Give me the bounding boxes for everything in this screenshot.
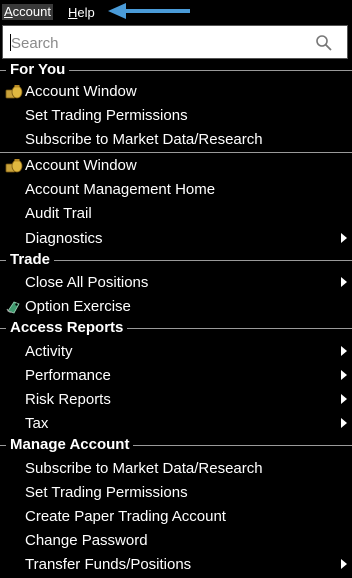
menu-item-label: Change Password — [25, 532, 148, 549]
menu-item-activity[interactable]: Activity — [0, 339, 352, 363]
submenu-arrow-icon — [341, 233, 347, 243]
menu-item-subscribe-market-data[interactable]: Subscribe to Market Data/Research — [0, 127, 352, 151]
section-trade: Trade — [0, 251, 352, 269]
menu-item-label: Activity — [25, 343, 73, 360]
menu-item-set-trading-permissions[interactable]: Set Trading Permissions — [0, 480, 352, 504]
section-title: Trade — [6, 251, 55, 269]
menu-item-label: Performance — [25, 367, 111, 384]
menu-item-label: Set Trading Permissions — [25, 107, 188, 124]
menu-item-risk-reports[interactable]: Risk Reports — [0, 387, 352, 411]
menu-item-label: Subscribe to Market Data/Research — [25, 460, 263, 477]
arrow-annotation-icon — [108, 3, 190, 19]
submenu-arrow-icon — [341, 277, 347, 287]
menu-bar: Account Help — [0, 0, 352, 23]
menu-item-label: Risk Reports — [25, 391, 111, 408]
menu-item-label: Account Management Home — [25, 181, 216, 198]
section-title: Access Reports — [6, 319, 128, 337]
menu-item-label: Transfer Funds/Positions — [25, 556, 192, 573]
section-manage-account: Manage Account — [0, 436, 352, 454]
section-title: Manage Account — [6, 436, 134, 454]
search-box — [2, 25, 348, 59]
menu-item-account-window[interactable]: Account Window — [0, 153, 352, 177]
menu-help[interactable]: Help — [68, 5, 95, 20]
menu-item-set-trading-permissions[interactable]: Set Trading Permissions — [0, 103, 352, 127]
menu-account[interactable]: Account — [2, 4, 53, 20]
money-bag-icon — [5, 85, 23, 99]
submenu-arrow-icon — [341, 418, 347, 428]
menu-item-label: Diagnostics — [25, 230, 103, 247]
menu-item-option-exercise[interactable]: Option Exercise — [0, 294, 352, 318]
money-bag-icon — [5, 159, 23, 173]
search-icon[interactable] — [315, 34, 333, 52]
menu-item-account-management-home[interactable]: Account Management Home — [0, 177, 352, 201]
menu-item-label: Close All Positions — [25, 274, 149, 291]
tag-icon — [6, 301, 20, 314]
menu-item-close-all-positions[interactable]: Close All Positions — [0, 270, 352, 294]
section-access-reports: Access Reports — [0, 319, 352, 337]
menu-item-label: Create Paper Trading Account — [25, 508, 226, 525]
menu-item-transfer-funds-positions[interactable]: Transfer Funds/Positions — [0, 552, 352, 576]
menu-item-performance[interactable]: Performance — [0, 363, 352, 387]
menu-item-account-window[interactable]: Account Window — [0, 79, 352, 103]
menu-item-diagnostics[interactable]: Diagnostics — [0, 226, 352, 250]
menu-item-label: Set Trading Permissions — [25, 484, 188, 501]
menu-item-label: Subscribe to Market Data/Research — [25, 131, 263, 148]
menu-item-subscribe-market-data[interactable]: Subscribe to Market Data/Research — [0, 456, 352, 480]
menu-item-label: Account Window — [25, 83, 137, 100]
submenu-arrow-icon — [341, 370, 347, 380]
section-for-you: For You — [0, 61, 352, 79]
menu-item-create-paper-trading-account[interactable]: Create Paper Trading Account — [0, 504, 352, 528]
menu-item-audit-trail[interactable]: Audit Trail — [0, 201, 352, 225]
submenu-arrow-icon — [341, 559, 347, 569]
menu-item-tax[interactable]: Tax — [0, 411, 352, 435]
menu-item-label: Account Window — [25, 157, 137, 174]
menu-item-label: Option Exercise — [25, 298, 131, 315]
submenu-arrow-icon — [341, 346, 347, 356]
search-input[interactable] — [9, 31, 313, 55]
menu-item-change-password[interactable]: Change Password — [0, 528, 352, 552]
menu-item-label: Audit Trail — [25, 205, 92, 222]
submenu-arrow-icon — [341, 394, 347, 404]
section-title: For You — [6, 61, 70, 79]
menu-item-label: Tax — [25, 415, 49, 432]
